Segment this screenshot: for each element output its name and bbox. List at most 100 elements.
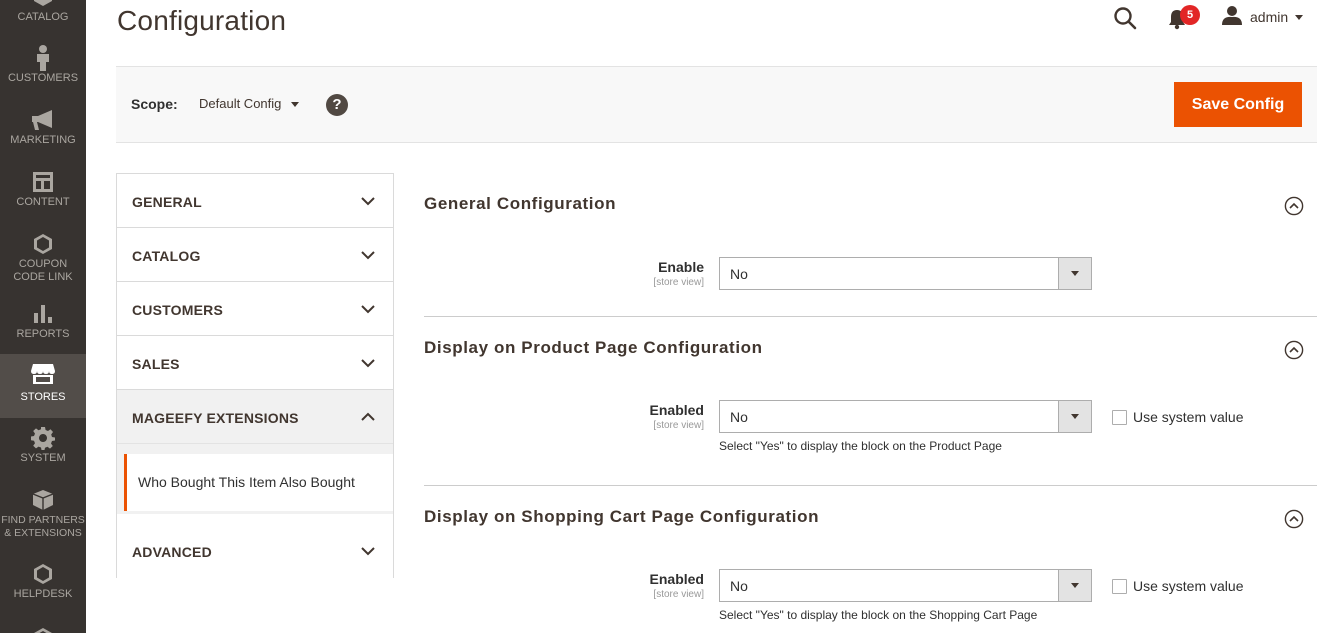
search-icon[interactable] (1113, 6, 1137, 30)
nav-group-label: SALES (132, 356, 180, 372)
page-title: Configuration (117, 5, 287, 36)
scope-switcher[interactable]: Default Config (199, 96, 300, 111)
menu-item-label: COUPON CODE LINK (13, 258, 73, 283)
menu-item-content[interactable]: CONTENT (0, 164, 86, 226)
field-note: Select "Yes" to display the block on the… (719, 439, 1002, 453)
section-header[interactable]: General Configuration (424, 194, 1317, 224)
section-title: Display on Shopping Cart Page Configurat… (424, 507, 820, 526)
config-nav: GENERAL CATALOG CUSTOMERS SALES MAGEEFY … (116, 173, 394, 578)
blocks-icon (0, 488, 86, 512)
menu-item-label: REPORTS (16, 328, 70, 340)
collapse-toggle-icon[interactable] (1284, 509, 1304, 529)
menu-item-label: CONTENT (16, 196, 70, 208)
scope-label: Scope: (131, 96, 178, 112)
field-scope: [store view] (653, 277, 704, 288)
chevron-up-icon (361, 412, 375, 421)
bar-chart-icon (0, 302, 86, 326)
menu-item-stores[interactable]: STORES (0, 354, 86, 418)
menu-item-marketing[interactable]: MARKETING (0, 102, 86, 164)
customers-icon (0, 45, 86, 71)
field-label-text: Enabled (649, 402, 704, 418)
chevron-down-icon (1295, 14, 1304, 20)
section-title: General Configuration (424, 194, 617, 213)
menu-item-label: MARKETING (10, 134, 76, 146)
field-scope: [store view] (653, 589, 704, 600)
content-layout-icon (0, 170, 86, 194)
chevron-down-icon (361, 305, 375, 314)
checkbox[interactable] (1112, 578, 1127, 594)
field-label-enabled: Enabled [store view] (504, 402, 704, 432)
save-config-button[interactable]: Save Config (1174, 82, 1302, 127)
help-icon[interactable]: ? (326, 94, 348, 116)
menu-item-label: SYSTEM (20, 452, 66, 464)
menu-item-label: CUSTOMERS (7, 72, 79, 84)
nav-group-label: ADVANCED (132, 544, 212, 560)
section-header[interactable]: Display on Product Page Configuration (424, 338, 1317, 368)
chevron-down-icon (361, 547, 375, 556)
field-scope: [store view] (653, 420, 704, 431)
chevron-down-icon (361, 197, 375, 206)
field-label-enable: Enable [store view] (504, 259, 704, 289)
cart-page-enabled-select[interactable]: No (719, 569, 1092, 602)
collapse-toggle-icon[interactable] (1284, 196, 1304, 216)
enable-select[interactable]: No (719, 257, 1092, 290)
user-icon (1222, 5, 1242, 30)
menu-item-helpdesk[interactable]: HELPDESK (0, 556, 86, 618)
nav-group-label: CUSTOMERS (132, 302, 223, 318)
product-page-enabled-select[interactable]: No (719, 400, 1092, 433)
nav-group-label: CATALOG (132, 248, 201, 264)
menu-item-find-partners[interactable]: FIND PARTNERS & EXTENSIONS (0, 482, 86, 550)
nav-group-sales[interactable]: SALES (117, 336, 393, 390)
menu-item-reports[interactable]: REPORTS (0, 296, 86, 358)
menu-item-coupon-code-link[interactable]: COUPON CODE LINK (0, 226, 86, 294)
select-value: No (730, 409, 748, 425)
use-system-value-checkbox[interactable]: Use system value (1112, 409, 1243, 425)
select-value: No (730, 266, 748, 282)
menu-item-more[interactable] (0, 622, 86, 633)
menu-item-system[interactable]: SYSTEM (0, 420, 86, 482)
nav-item-label: Who Bought This Item Also Bought (138, 474, 355, 490)
nav-item-who-bought-this-item[interactable]: Who Bought This Item Also Bought (124, 454, 393, 511)
checkbox[interactable] (1112, 409, 1127, 425)
nav-group-label: GENERAL (132, 194, 202, 210)
storefront-icon (0, 362, 86, 386)
nav-group-items: Who Bought This Item Also Bought (117, 444, 393, 514)
select-value: No (730, 578, 748, 594)
hexagon-icon (0, 626, 86, 633)
nav-group-general[interactable]: GENERAL (117, 174, 393, 228)
chevron-down-icon (361, 251, 375, 260)
field-label-text: Enable (658, 259, 704, 275)
scope-bar: Scope: Default Config ? Save Config (116, 66, 1317, 143)
hexagon-icon (0, 232, 86, 256)
chevron-down-icon (1058, 570, 1091, 601)
admin-menu: CATALOG CUSTOMERS MARKETING CONTENT COUP… (0, 0, 86, 633)
menu-item-label: STORES (20, 391, 66, 403)
menu-item-label: FIND PARTNERS & EXTENSIONS (1, 514, 85, 539)
checkbox-label: Use system value (1133, 409, 1244, 425)
scope-value: Default Config (199, 96, 282, 111)
use-system-value-checkbox[interactable]: Use system value (1112, 578, 1243, 594)
field-label-text: Enabled (649, 571, 704, 587)
nav-group-advanced[interactable]: ADVANCED (117, 524, 393, 578)
checkbox-label: Use system value (1133, 578, 1244, 594)
nav-group-catalog[interactable]: CATALOG (117, 228, 393, 282)
catalog-icon (0, 0, 86, 8)
menu-item-label: CATALOG (17, 11, 69, 23)
notifications-badge[interactable]: 5 (1180, 5, 1200, 25)
section-title: Display on Product Page Configuration (424, 338, 763, 357)
nav-group-mageefy-extensions[interactable]: MAGEEFY EXTENSIONS (117, 390, 393, 444)
menu-item-catalog[interactable]: CATALOG (0, 0, 86, 30)
gear-icon (0, 426, 86, 450)
collapse-toggle-icon[interactable] (1284, 340, 1304, 360)
menu-item-customers[interactable]: CUSTOMERS (0, 40, 86, 102)
menu-item-label: HELPDESK (13, 588, 73, 600)
user-menu[interactable]: admin (1222, 5, 1304, 30)
user-name: admin (1250, 9, 1289, 25)
field-note: Select "Yes" to display the block on the… (719, 608, 1038, 622)
hexagon-icon (0, 562, 86, 586)
section-divider (424, 316, 1317, 317)
section-header[interactable]: Display on Shopping Cart Page Configurat… (424, 507, 1317, 537)
nav-group-customers[interactable]: CUSTOMERS (117, 282, 393, 336)
chevron-down-icon (291, 102, 300, 107)
megaphone-icon (0, 108, 86, 132)
